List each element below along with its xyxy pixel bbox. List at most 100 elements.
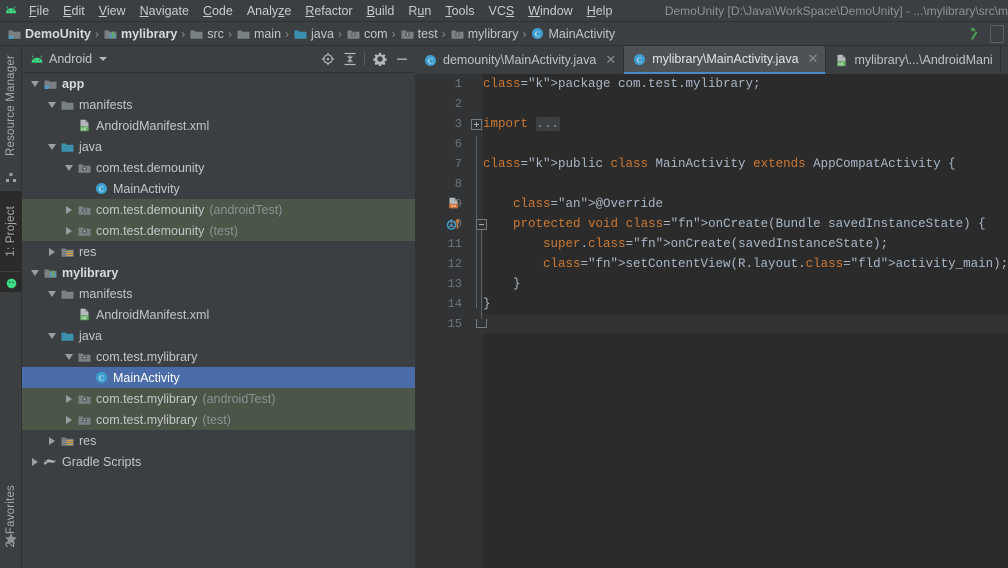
tree-row[interactable]: MF AndroidManifest.xml [22, 115, 415, 136]
tree-expander[interactable] [62, 115, 75, 136]
editor-gutter[interactable]: 1 2 3 6 7 8 9 10 11 12 13 14 15 <> [415, 74, 470, 568]
tree-expander[interactable] [45, 241, 58, 262]
menu-item-edit[interactable]: Edit [56, 0, 92, 22]
fold-column[interactable] [470, 74, 487, 568]
package-icon [75, 220, 93, 241]
tree-row[interactable]: manifests [22, 94, 415, 115]
breadcrumb-item-mylibrary[interactable]: mylibrary [447, 22, 522, 46]
class-icon: C [531, 27, 544, 40]
tree-expander[interactable] [62, 157, 75, 178]
line-number: 6 [454, 137, 462, 151]
breadcrumb-item-src[interactable]: src [186, 22, 227, 46]
tree-expander[interactable] [28, 451, 41, 472]
tree-expander[interactable] [62, 199, 75, 220]
layout-file-gutter-icon[interactable]: <> [446, 194, 462, 214]
tree-row[interactable]: C MainActivity [22, 178, 415, 199]
menu-item-run[interactable]: Run [401, 0, 438, 22]
chevron-down-icon [30, 80, 39, 87]
tree-row[interactable]: MF AndroidManifest.xml [22, 304, 415, 325]
overridden-method-gutter-icon[interactable] [446, 214, 462, 234]
menu-item-tools[interactable]: Tools [438, 0, 481, 22]
tree-row[interactable]: app [22, 73, 415, 94]
minimize-icon[interactable] [394, 52, 409, 67]
folder-icon [58, 283, 76, 304]
menu-item-build[interactable]: Build [360, 0, 402, 22]
breadcrumb-item-mylibrary[interactable]: mylibrary [100, 22, 180, 46]
tree-row[interactable]: com.test.mylibrary [22, 346, 415, 367]
tree-row[interactable]: manifests [22, 283, 415, 304]
tree-row[interactable]: java [22, 325, 415, 346]
tree-expander[interactable] [79, 367, 92, 388]
tree-row[interactable]: res [22, 430, 415, 451]
tree-expander[interactable] [62, 220, 75, 241]
manifest-file-icon: MF [75, 304, 93, 325]
breadcrumb-item-test[interactable]: test [397, 22, 441, 46]
tree-row[interactable]: res [22, 241, 415, 262]
tree-row[interactable]: com.test.mylibrary (test) [22, 409, 415, 430]
tree-row[interactable]: com.test.mylibrary (androidTest) [22, 388, 415, 409]
tree-row[interactable]: com.test.demounity (test) [22, 220, 415, 241]
tree-expander[interactable] [62, 304, 75, 325]
menu-item-window[interactable]: Window [521, 0, 579, 22]
tree-row-label: com.test.demounity [96, 223, 205, 238]
tree-row[interactable]: C MainActivity [22, 367, 415, 388]
manifest-file-icon: MF [835, 54, 848, 67]
menu-item-file[interactable]: File [22, 0, 56, 22]
tree-expander[interactable] [79, 178, 92, 199]
fold-expand-import-icon[interactable] [471, 119, 482, 130]
editor-tab-0[interactable]: Cdemounity\MainActivity.java ✕ [415, 46, 625, 74]
breadcrumb-item-com[interactable]: com [343, 22, 391, 46]
close-icon[interactable]: ✕ [808, 51, 819, 67]
android-studio-window: File Edit View Navigate Code Analyze Refactor B… [0, 0, 1008, 568]
locate-icon[interactable] [320, 52, 335, 67]
breadcrumb-label: DemoUnity [25, 26, 91, 41]
editor-tab-2[interactable]: MF mylibrary\...\AndroidMani [826, 46, 1001, 74]
tree-expander[interactable] [45, 94, 58, 115]
tree-row[interactable]: mylibrary [22, 262, 415, 283]
tree-expander[interactable] [62, 409, 75, 430]
tree-expander[interactable] [45, 325, 58, 346]
menu-item-code[interactable]: Code [196, 0, 240, 22]
tree-row[interactable]: java [22, 136, 415, 157]
sidebar-item-project[interactable]: 1: Project [0, 191, 22, 271]
tree-expander[interactable] [45, 136, 58, 157]
tree-expander[interactable] [62, 388, 75, 409]
tree-expander[interactable] [45, 430, 58, 451]
editor-tab-label: demounity\MainActivity.java [443, 53, 597, 67]
editor-tab-1[interactable]: Cmylibrary\MainActivity.java ✕ [624, 46, 827, 74]
breadcrumb-item-demounity[interactable]: DemoUnity [4, 22, 94, 46]
menu-item-help[interactable]: Help [580, 0, 620, 22]
tree-row[interactable]: com.test.demounity (androidTest) [22, 199, 415, 220]
svg-text:MF: MF [81, 315, 88, 320]
menu-item-navigate[interactable]: Navigate [133, 0, 196, 22]
tree-expander[interactable] [28, 73, 41, 94]
project-tree[interactable]: app manifests MF AndroidManifest.xml java com… [22, 73, 415, 568]
code-editor[interactable]: 1 2 3 6 7 8 9 10 11 12 13 14 15 <> class="k">package … [415, 74, 1008, 568]
menu-item-analyze[interactable]: Analyze [240, 0, 298, 22]
breadcrumb-item-main[interactable]: main [233, 22, 284, 46]
hammer-build-icon[interactable] [964, 24, 986, 44]
breadcrumb-label: mylibrary [120, 26, 178, 41]
gear-icon[interactable] [372, 52, 387, 67]
tree-row[interactable]: Gradle Scripts [22, 451, 415, 472]
collapse-all-icon[interactable] [342, 52, 357, 67]
breadcrumb-item-java[interactable]: java [290, 22, 337, 46]
tree-expander[interactable] [45, 283, 58, 304]
menu-item-view[interactable]: View [92, 0, 133, 22]
menu-item-vcs[interactable]: VCS [482, 0, 522, 22]
close-icon[interactable]: ✕ [605, 52, 616, 68]
window-title: DemoUnity [D:\Java\WorkSpace\DemoUnity] … [664, 4, 1008, 18]
project-view-selector[interactable]: Android [22, 52, 108, 66]
chevron-down-icon [30, 269, 39, 276]
menu-item-refactor[interactable]: Refactor [298, 0, 359, 22]
tree-expander[interactable] [62, 346, 75, 367]
folder-icon [190, 28, 203, 40]
line-number: 1 [454, 77, 462, 91]
sidebar-item-resource-manager[interactable]: Resource Manager [0, 46, 22, 166]
breadcrumb-item-mainactivity[interactable]: C MainActivity [527, 22, 618, 46]
navbar-extra-button[interactable] [990, 25, 1004, 43]
svg-text:C: C [98, 373, 103, 382]
tree-row[interactable]: com.test.demounity [22, 157, 415, 178]
tree-expander[interactable] [28, 262, 41, 283]
